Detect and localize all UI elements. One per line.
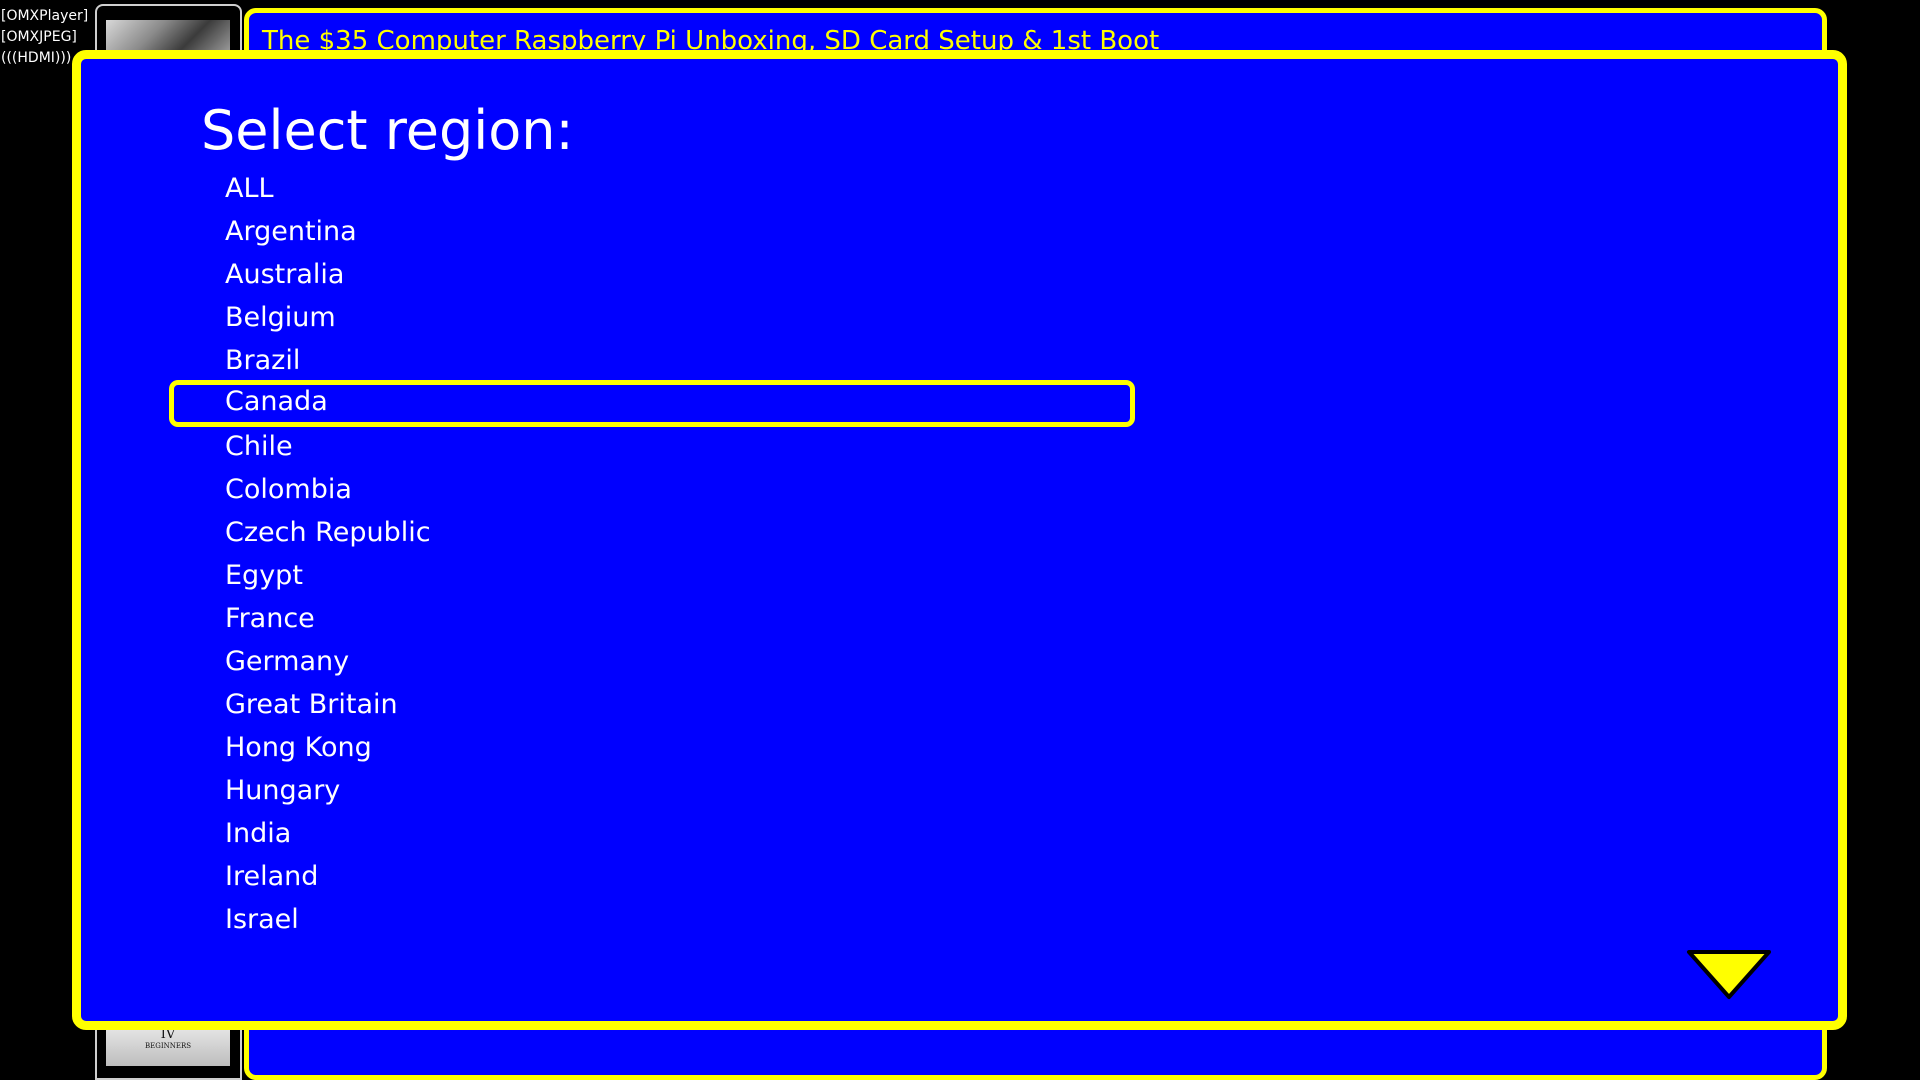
region-item[interactable]: ALL: [169, 167, 1135, 210]
region-item[interactable]: India: [169, 812, 1135, 855]
region-item[interactable]: Colombia: [169, 468, 1135, 511]
region-item[interactable]: Germany: [169, 640, 1135, 683]
region-item[interactable]: Brazil: [169, 339, 1135, 382]
scroll-down-icon[interactable]: [1686, 949, 1772, 1001]
region-item[interactable]: France: [169, 597, 1135, 640]
status-jpeg: [OMXJPEG]: [1, 29, 77, 45]
status-player: [OMXPlayer]: [1, 8, 89, 24]
region-item[interactable]: Argentina: [169, 210, 1135, 253]
region-item[interactable]: Belgium: [169, 296, 1135, 339]
region-item[interactable]: Hungary: [169, 769, 1135, 812]
region-item[interactable]: Ireland: [169, 855, 1135, 898]
region-dialog: Select region: ALL Argentina Australia Belg…: [72, 50, 1847, 1030]
region-item[interactable]: Hong Kong: [169, 726, 1135, 769]
thumbnail-subtext: BEGINNERS: [144, 1042, 192, 1050]
region-item[interactable]: Australia: [169, 253, 1135, 296]
region-item[interactable]: Israel: [169, 898, 1135, 941]
region-item[interactable]: Great Britain: [169, 683, 1135, 726]
region-list: ALL Argentina Australia Belgium Brazil Canada…: [169, 167, 1135, 941]
region-item[interactable]: Czech Republic: [169, 511, 1135, 554]
region-item[interactable]: Canada: [169, 380, 1135, 427]
dialog-title: Select region:: [201, 99, 574, 162]
region-item[interactable]: Egypt: [169, 554, 1135, 597]
region-item[interactable]: Chile: [169, 425, 1135, 468]
